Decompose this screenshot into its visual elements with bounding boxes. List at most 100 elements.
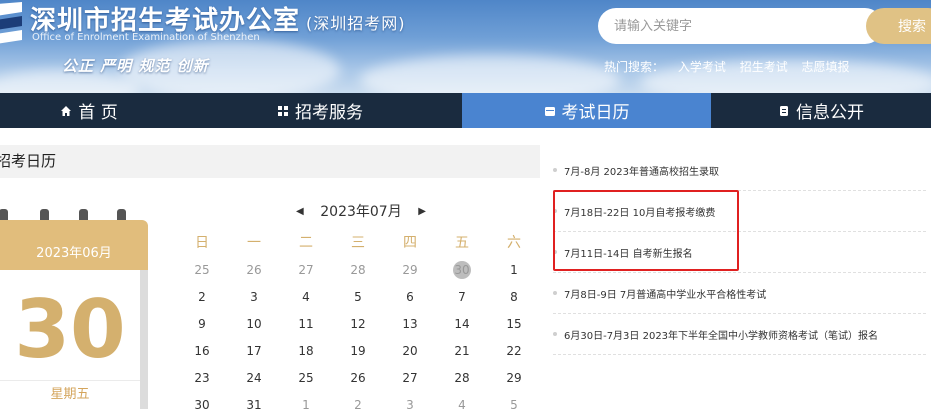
nav-item-disclosure[interactable]: 信息公开	[711, 93, 931, 128]
calendar-day[interactable]: 25	[176, 257, 228, 284]
week-row: 9 10 11 12 13 14 15	[176, 311, 540, 338]
calendar-day[interactable]: 14	[436, 311, 488, 338]
week-row: 30 31 1 2 3 4 5	[176, 392, 540, 419]
calendar-grid: 日 一 二 三 四 五 六 25 26 27 28 29 30 1 2 3 4 …	[176, 230, 540, 419]
weekday-label: 四	[403, 235, 417, 251]
calendar-day[interactable]: 29	[488, 365, 540, 392]
calendar-day[interactable]: 25	[280, 365, 332, 392]
list-item-text: 7月-8月 2023年普通高校招生录取	[564, 166, 719, 178]
calendar-day[interactable]: 15	[488, 311, 540, 338]
site-english-name: Office of Enrolment Examination of Shenz…	[32, 32, 260, 43]
calendar-day[interactable]: 17	[228, 338, 280, 365]
nav-item-home[interactable]: 首 页	[0, 93, 178, 128]
calendar-day[interactable]: 2	[332, 392, 384, 419]
site-header: 深圳市招生考试办公室 (深圳招考网) Office of Enrolment Ex…	[0, 0, 931, 93]
calendar-day[interactable]: 22	[488, 338, 540, 365]
list-item[interactable]: 6月30日-7月3日 2023年下半年全国中小学教师资格考试（笔试）报名	[553, 314, 926, 355]
search-input[interactable]	[598, 8, 883, 44]
bullet-icon	[553, 332, 557, 336]
calendar-day[interactable]: 24	[228, 365, 280, 392]
weekday-label: 日	[195, 235, 209, 251]
calendar-day[interactable]: 4	[280, 284, 332, 311]
slogan: 公正 严明 规范 创新	[62, 57, 209, 75]
list-item[interactable]: 7月-8月 2023年普通高校招生录取	[553, 150, 926, 191]
nav-item-label: 信息公开	[796, 103, 864, 123]
calendar-day[interactable]: 3	[228, 284, 280, 311]
logo-icon	[0, 2, 22, 44]
calendar-day[interactable]: 1	[488, 257, 540, 284]
calendar-day[interactable]: 12	[332, 311, 384, 338]
calendar-day-today[interactable]: 30	[436, 257, 488, 284]
bullet-icon	[553, 250, 557, 254]
calendar-day[interactable]: 5	[332, 284, 384, 311]
prev-month-button[interactable]: ◀	[296, 206, 304, 217]
calendar-day[interactable]: 16	[176, 338, 228, 365]
nav-item-label: 招考服务	[295, 103, 363, 123]
calendar-day[interactable]: 19	[332, 338, 384, 365]
card-month: 2023年06月	[0, 220, 148, 270]
calendar-icon	[544, 106, 555, 116]
nav-item-exam-calendar[interactable]: 考试日历	[462, 93, 711, 128]
hot-search: 热门搜索： 入学考试 招生考试 志愿填报	[604, 58, 860, 75]
hot-search-label: 热门搜索：	[604, 60, 665, 74]
calendar-day[interactable]: 28	[332, 257, 384, 284]
calendar-day[interactable]: 13	[384, 311, 436, 338]
calendar-day[interactable]: 4	[436, 392, 488, 419]
weekday-label: 六	[507, 235, 521, 251]
calendar-day[interactable]: 1	[280, 392, 332, 419]
calendar-day[interactable]: 5	[488, 392, 540, 419]
bullet-icon	[553, 209, 557, 213]
calendar-day[interactable]: 3	[384, 392, 436, 419]
grid-icon	[278, 105, 288, 116]
list-item[interactable]: 7月11日-14日 自考新生报名	[553, 232, 926, 273]
weekday-label: 二	[299, 235, 313, 251]
panel-title: 招考日历	[0, 145, 540, 178]
list-item-text: 6月30日-7月3日 2023年下半年全国中小学教师资格考试（笔试）报名	[564, 330, 879, 342]
calendar-day[interactable]: 10	[228, 311, 280, 338]
weekday-row: 日 一 二 三 四 五 六	[176, 230, 540, 257]
calendar-header: ◀ 2023年07月 ▶	[296, 200, 426, 222]
calendar-day[interactable]: 11	[280, 311, 332, 338]
calendar-day[interactable]: 9	[176, 311, 228, 338]
calendar-day[interactable]: 26	[228, 257, 280, 284]
nav-item-services[interactable]: 招考服务	[178, 93, 462, 128]
calendar-day[interactable]: 8	[488, 284, 540, 311]
week-row: 25 26 27 28 29 30 1	[176, 257, 540, 284]
list-item[interactable]: 7月8日-9日 7月普通高中学业水平合格性考试	[553, 273, 926, 314]
calendar-day[interactable]: 18	[280, 338, 332, 365]
weekday-label: 一	[247, 235, 261, 251]
calendar-day[interactable]: 21	[436, 338, 488, 365]
weekday-label: 三	[351, 235, 365, 251]
next-month-button[interactable]: ▶	[418, 206, 426, 217]
calendar-day[interactable]: 31	[228, 392, 280, 419]
calendar-day[interactable]: 30	[176, 392, 228, 419]
bullet-icon	[553, 168, 557, 172]
today-marker: 30	[453, 261, 471, 279]
hot-link-application[interactable]: 志愿填报	[802, 60, 850, 74]
week-row: 2 3 4 5 6 7 8	[176, 284, 540, 311]
calendar-day[interactable]: 29	[384, 257, 436, 284]
document-icon	[780, 105, 788, 116]
calendar-month-label: 2023年07月	[320, 204, 402, 220]
hot-link-enrolment-exam[interactable]: 招生考试	[740, 60, 788, 74]
hot-link-entrance-exam[interactable]: 入学考试	[678, 60, 726, 74]
calendar-day[interactable]: 26	[332, 365, 384, 392]
calendar-day[interactable]: 20	[384, 338, 436, 365]
calendar-day[interactable]: 6	[384, 284, 436, 311]
calendar-day[interactable]: 27	[384, 365, 436, 392]
calendar-day[interactable]: 2	[176, 284, 228, 311]
calendar-day[interactable]: 28	[436, 365, 488, 392]
nav-item-label: 考试日历	[561, 103, 630, 123]
calendar-day[interactable]: 7	[436, 284, 488, 311]
calendar-day[interactable]: 27	[280, 257, 332, 284]
list-item-text: 7月8日-9日 7月普通高中学业水平合格性考试	[564, 289, 767, 301]
bullet-icon	[553, 291, 557, 295]
search-button[interactable]: 搜索	[866, 8, 931, 44]
exam-schedule-list: 7月-8月 2023年普通高校招生录取 7月18日-22日 10月自考报考缴费 …	[553, 150, 926, 355]
list-item[interactable]: 7月18日-22日 10月自考报考缴费	[553, 191, 926, 232]
week-row: 16 17 18 19 20 21 22	[176, 338, 540, 365]
card-day: 30	[14, 283, 126, 376]
nav-item-label: 首 页	[78, 103, 118, 123]
calendar-day[interactable]: 23	[176, 365, 228, 392]
list-item-text: 7月18日-22日 10月自考报考缴费	[564, 207, 716, 219]
